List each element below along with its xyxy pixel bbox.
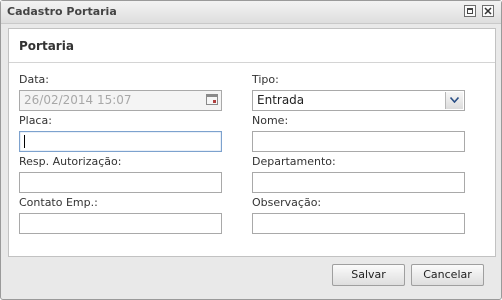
maximize-icon[interactable] — [464, 5, 476, 17]
window-title: Cadastro Portaria — [7, 5, 117, 18]
calendar-icon[interactable] — [206, 94, 218, 105]
departamento-label: Departamento: — [252, 155, 336, 168]
save-button[interactable]: Salvar — [332, 264, 405, 286]
tipo-select[interactable]: Entrada — [252, 90, 465, 111]
text-caret — [24, 135, 25, 148]
data-field: 26/02/2014 15:07 — [19, 90, 222, 111]
nome-field[interactable] — [252, 131, 465, 152]
contato-emp-field[interactable] — [19, 213, 222, 234]
tipo-label: Tipo: — [252, 73, 279, 86]
panel-title: Portaria — [19, 39, 74, 53]
dialog-window: Cadastro Portaria Portaria Data: 26/02/2… — [0, 0, 502, 300]
title-bar[interactable]: Cadastro Portaria — [1, 1, 501, 24]
departamento-field[interactable] — [252, 172, 465, 193]
data-label: Data: — [19, 73, 49, 86]
panel-header: Portaria — [9, 29, 495, 63]
close-icon[interactable] — [482, 5, 494, 17]
cancel-button[interactable]: Cancelar — [411, 264, 484, 286]
resp-autorizacao-field[interactable] — [19, 172, 222, 193]
nome-label: Nome: — [252, 114, 289, 127]
contato-emp-label: Contato Emp.: — [19, 196, 98, 209]
portaria-panel: Portaria Data: 26/02/2014 15:07 Placa: R… — [8, 28, 496, 257]
chevron-down-icon[interactable] — [445, 92, 463, 109]
resp-autorizacao-label: Resp. Autorização: — [19, 155, 122, 168]
placa-field[interactable] — [19, 131, 222, 152]
data-value: 26/02/2014 15:07 — [24, 93, 132, 107]
observacao-label: Observação: — [252, 196, 322, 209]
observacao-field[interactable] — [252, 213, 465, 234]
tipo-value: Entrada — [257, 93, 305, 107]
placa-label: Placa: — [19, 114, 52, 127]
